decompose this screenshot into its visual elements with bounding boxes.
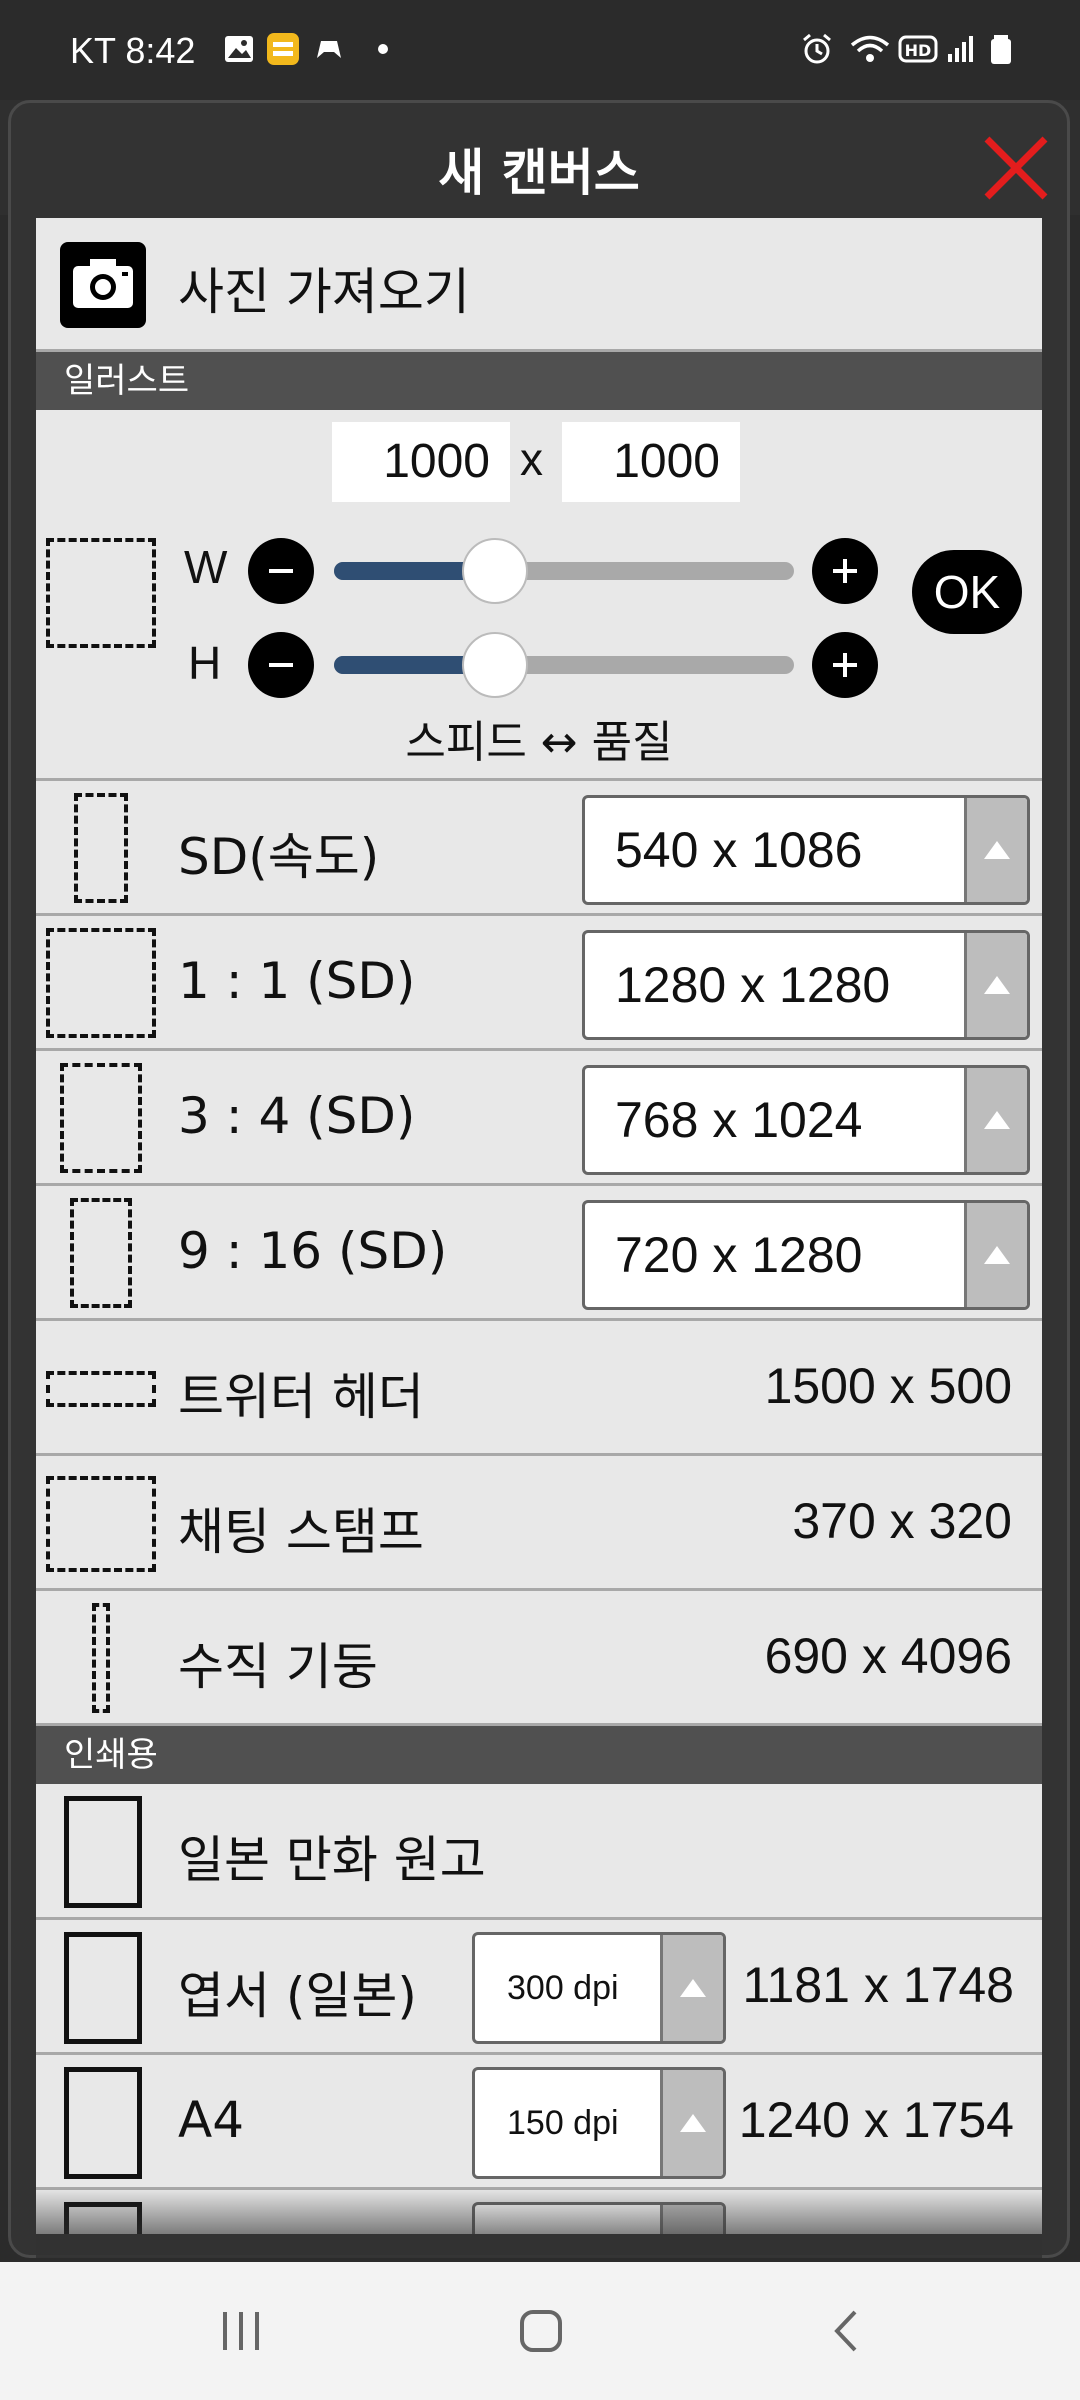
canvas-options-list[interactable]: 사진 가져오기 일러스트 1000 x 1000 W H OK 스피드 ↔ 품질…	[36, 218, 1042, 2234]
preset-label: 9 : 16 (SD)	[178, 1222, 448, 1280]
preset-label: 트위터 헤더	[178, 1368, 424, 1426]
preset-row-chat-stamp[interactable]: 채팅 스탬프 370 x 320	[36, 1456, 1042, 1591]
dropdown-value: 540 x 1086	[615, 822, 863, 878]
minus-icon	[269, 663, 293, 667]
dpi-value: 150 dpi	[507, 2104, 619, 2142]
import-photo-label: 사진 가져오기	[178, 263, 470, 321]
dropdown-arrow-icon	[660, 2070, 723, 2176]
width-slider[interactable]	[334, 562, 794, 580]
resolution-dropdown[interactable]: 1280 x 1280	[582, 930, 1030, 1040]
height-slider-thumb[interactable]	[462, 632, 528, 698]
alarm-icon	[803, 33, 831, 64]
dropdown-value: 768 x 1024	[615, 1092, 863, 1148]
plus-icon	[833, 559, 857, 583]
preset-label: 1 : 1 (SD)	[178, 952, 416, 1010]
preset-ratio-preview	[64, 1932, 142, 2044]
section-header-print: 인쇄용	[36, 1726, 1042, 1784]
print-row-manga[interactable]: 일본 만화 원고	[36, 1784, 1042, 1920]
custom-size-preview	[46, 538, 156, 648]
dropdown-arrow-icon	[964, 798, 1027, 902]
dropdown-arrow-icon	[964, 1203, 1027, 1307]
times-sign: x	[520, 433, 543, 485]
minus-icon	[269, 569, 293, 573]
preset-ratio-preview	[46, 1476, 156, 1572]
dpi-dropdown[interactable]: 300 dpi	[472, 1932, 726, 2044]
dpi-dropdown[interactable]: 150 dpi	[472, 2067, 726, 2179]
preset-row-9-16[interactable]: 9 : 16 (SD) 720 x 1280	[36, 1186, 1042, 1321]
dropdown-value: 1280 x 1280	[615, 957, 891, 1013]
preset-size: 370 x 320	[792, 1493, 1012, 1549]
ok-button[interactable]: OK	[912, 550, 1022, 634]
preset-ratio-preview	[74, 793, 128, 903]
dropdown-arrow-icon	[660, 1935, 723, 2041]
preset-ratio-preview	[64, 2067, 142, 2179]
import-photo-row[interactable]: 사진 가져오기	[36, 218, 1042, 352]
preset-ratio-preview	[64, 1796, 142, 1908]
resolution-dropdown[interactable]: 720 x 1280	[582, 1200, 1030, 1310]
speed-quality-label: 스피드 ↔ 품질	[405, 717, 673, 768]
custom-size-block: 1000 x 1000 W H OK 스피드 ↔ 품질	[36, 410, 1042, 781]
preset-label: 엽서 (일본)	[178, 1967, 417, 2025]
preset-row-vertical-pillar[interactable]: 수직 기둥 690 x 4096	[36, 1591, 1042, 1726]
preset-size: 1181 x 1748	[742, 1957, 1014, 2013]
height-slider[interactable]	[334, 656, 794, 674]
preset-row-3-4[interactable]: 3 : 4 (SD) 768 x 1024	[36, 1051, 1042, 1186]
preset-row-sd[interactable]: SD(속도) 540 x 1086	[36, 781, 1042, 916]
preset-label: 3 : 4 (SD)	[178, 1087, 416, 1145]
plus-icon	[833, 653, 857, 677]
dropdown-arrow-icon	[964, 1068, 1027, 1172]
preset-ratio-preview	[60, 1063, 142, 1173]
game-controller-icon	[317, 41, 341, 58]
status-bar: KT 8:42 HD	[0, 0, 1080, 100]
battery-icon	[991, 35, 1011, 64]
width-increase-button[interactable]	[812, 538, 878, 604]
camera-icon	[60, 242, 146, 328]
recent-apps-icon[interactable]	[216, 2306, 266, 2356]
preset-label: 수직 기둥	[178, 1638, 378, 1696]
width-input[interactable]: 1000	[332, 422, 510, 502]
preset-label: 채팅 스탬프	[178, 1503, 424, 1561]
dpi-value: 300 dpi	[507, 1969, 619, 2007]
h-label: H	[188, 637, 222, 689]
preset-ratio-preview	[46, 1371, 156, 1407]
back-icon[interactable]	[822, 2306, 872, 2356]
print-row-a4[interactable]: A4 150 dpi 1240 x 1754	[36, 2055, 1042, 2190]
home-icon[interactable]	[516, 2306, 566, 2356]
status-time: KT 8:42	[70, 30, 196, 71]
hd-icon: HD	[898, 35, 938, 63]
preset-label: SD(속도)	[178, 828, 380, 886]
preset-label: A4	[178, 2091, 245, 2149]
preset-ratio-preview	[70, 1198, 132, 1308]
w-label: W	[184, 541, 228, 593]
gallery-icon	[225, 36, 253, 62]
preset-row-1-1[interactable]: 1 : 1 (SD) 1280 x 1280	[36, 916, 1042, 1051]
dot-icon	[378, 44, 388, 54]
dropdown-arrow-icon	[964, 933, 1027, 1037]
preset-ratio-preview	[92, 1603, 110, 1713]
preset-size: 1240 x 1754	[738, 2092, 1014, 2148]
resolution-dropdown[interactable]: 540 x 1086	[582, 795, 1030, 905]
preset-label: 일본 만화 원고	[178, 1831, 486, 1889]
bonbon-icon	[267, 33, 299, 65]
preset-size: 690 x 4096	[764, 1628, 1012, 1684]
resolution-dropdown[interactable]: 768 x 1024	[582, 1065, 1030, 1175]
width-decrease-button[interactable]	[248, 538, 314, 604]
width-slider-thumb[interactable]	[462, 538, 528, 604]
height-decrease-button[interactable]	[248, 632, 314, 698]
height-input[interactable]: 1000	[562, 422, 740, 502]
height-increase-button[interactable]	[812, 632, 878, 698]
signal-icon	[948, 36, 973, 62]
scroll-fade	[36, 2188, 1042, 2258]
dialog-body-wrap: 사진 가져오기 일러스트 1000 x 1000 W H OK 스피드 ↔ 품질…	[8, 100, 1070, 2258]
svg-text:HD: HD	[905, 41, 932, 60]
preset-row-twitter-header[interactable]: 트위터 헤더 1500 x 500	[36, 1321, 1042, 1456]
preset-size: 1500 x 500	[764, 1358, 1012, 1414]
dropdown-value: 720 x 1280	[615, 1227, 863, 1283]
print-row-postcard[interactable]: 엽서 (일본) 300 dpi 1181 x 1748	[36, 1920, 1042, 2055]
preset-ratio-preview	[46, 928, 156, 1038]
section-header-illust: 일러스트	[36, 352, 1042, 410]
system-nav-bar	[0, 2262, 1080, 2400]
wifi-icon	[850, 35, 890, 62]
